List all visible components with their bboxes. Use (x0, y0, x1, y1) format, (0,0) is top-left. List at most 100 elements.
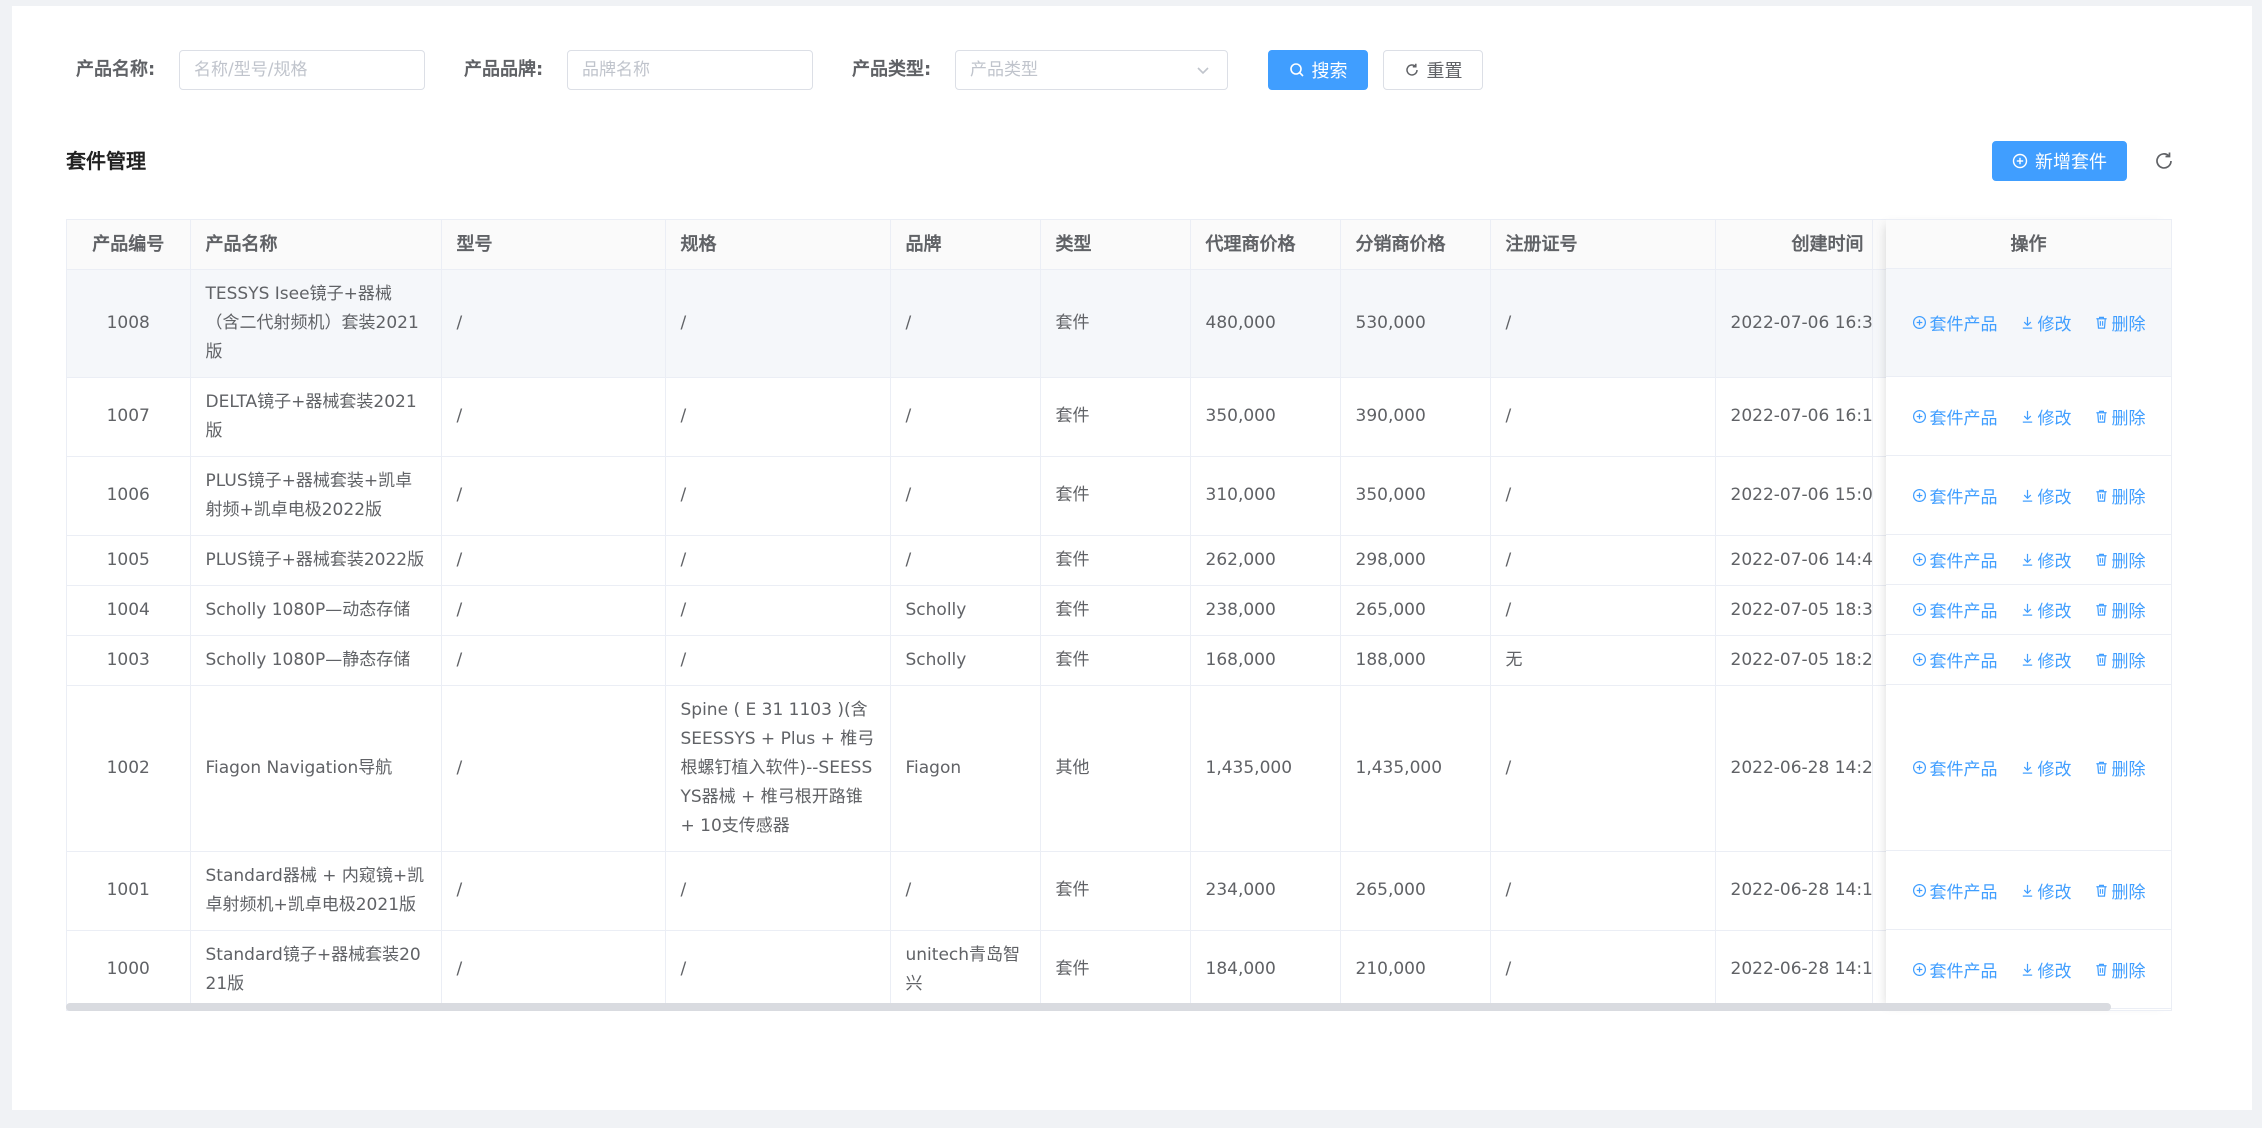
refresh-table-icon[interactable] (2152, 149, 2176, 173)
header-spec: 规格 (665, 220, 891, 270)
kit-table: 产品编号 产品名称 型号 规格 品牌 类型 代理商价格 分销商价格 注册证号 创… (66, 219, 2172, 1011)
download-icon (2020, 760, 2035, 775)
cell-brand: Scholly (890, 635, 1041, 686)
trash-icon (2094, 962, 2109, 977)
cell-type: 套件 (1040, 535, 1191, 586)
cell-name: PLUS镜子+器械套装+凯卓射频+凯卓电极2022版 (190, 456, 442, 536)
search-button-label: 搜索 (1311, 61, 1348, 82)
cell-type: 其他 (1040, 685, 1191, 852)
kit-products-link[interactable]: 套件产品 (1912, 547, 1998, 572)
kit-products-link[interactable]: 套件产品 (1912, 404, 1998, 429)
cell-agent-price: 1,435,000 (1190, 685, 1341, 852)
delete-link-label: 删除 (2111, 602, 2146, 622)
cell-dist-price: 390,000 (1340, 377, 1491, 457)
delete-link[interactable]: 删除 (2094, 483, 2146, 508)
delete-link[interactable]: 删除 (2094, 647, 2146, 672)
kit-products-link[interactable]: 套件产品 (1912, 755, 1998, 780)
delete-link[interactable]: 删除 (2094, 957, 2146, 982)
edit-link[interactable]: 修改 (2020, 483, 2072, 508)
cell-created: 2022-07-05 18:3 (1715, 585, 1873, 636)
edit-link-label: 修改 (2037, 652, 2072, 672)
cell-id: 1000 (67, 930, 191, 1010)
cell-model: / (441, 377, 666, 457)
kit-products-link[interactable]: 套件产品 (1912, 310, 1998, 335)
kit-products-link[interactable]: 套件产品 (1912, 878, 1998, 903)
plus-circle-icon (1912, 552, 1927, 567)
cell-created: 2022-06-28 14:2 (1715, 685, 1873, 852)
refresh-icon (1405, 63, 1418, 76)
edit-link-label: 修改 (2037, 315, 2072, 335)
cell-type: 套件 (1040, 930, 1191, 1010)
edit-link[interactable]: 修改 (2020, 878, 2072, 903)
delete-link[interactable]: 删除 (2094, 404, 2146, 429)
download-icon (2020, 962, 2035, 977)
cell-name: Standard器械 + 内窥镜+凯卓射频机+凯卓电极2021版 (190, 851, 442, 931)
kit-products-link[interactable]: 套件产品 (1912, 957, 1998, 982)
kit-products-link-label: 套件产品 (1929, 961, 1998, 982)
cell-created: 2022-07-06 15:0 (1715, 456, 1873, 536)
delete-link[interactable]: 删除 (2094, 310, 2146, 335)
cell-reg-no: / (1490, 930, 1716, 1010)
edit-link[interactable]: 修改 (2020, 404, 2072, 429)
table-row: 1000 Standard镜子+器械套装2021版 / / unitech青岛智兴 套件 1… (67, 930, 2171, 1010)
kit-products-link[interactable]: 套件产品 (1912, 483, 1998, 508)
delete-link[interactable]: 删除 (2094, 547, 2146, 572)
cell-type: 套件 (1040, 269, 1191, 378)
cell-model: / (441, 535, 666, 586)
cell-brand: Scholly (890, 585, 1041, 636)
product-type-label: 产品类型: (852, 59, 932, 80)
delete-link[interactable]: 删除 (2094, 878, 2146, 903)
product-brand-input[interactable] (567, 50, 813, 90)
delete-link[interactable]: 删除 (2094, 597, 2146, 622)
reset-button[interactable]: 重置 (1383, 50, 1483, 90)
download-icon (2020, 409, 2035, 424)
product-name-input[interactable] (179, 50, 425, 90)
delete-link-label: 删除 (2111, 760, 2146, 780)
search-bar: 产品名称: 产品品牌: 产品类型: 产品类型 搜索 重置 (12, 50, 2252, 90)
cell-dist-price: 265,000 (1340, 585, 1491, 636)
plus-circle-icon (1912, 883, 1927, 898)
header-created: 创建时间 (1715, 220, 1873, 270)
edit-link[interactable]: 修改 (2020, 957, 2072, 982)
trash-icon (2094, 552, 2109, 567)
header-reg-no: 注册证号 (1490, 220, 1716, 270)
cell-brand: / (890, 377, 1041, 457)
table-row: 1006 PLUS镜子+器械套装+凯卓射频+凯卓电极2022版 / / / 套件 310,0… (67, 456, 2171, 536)
kit-products-link-label: 套件产品 (1929, 760, 1998, 780)
edit-link[interactable]: 修改 (2020, 310, 2072, 335)
header-agent-price: 代理商价格 (1190, 220, 1341, 270)
cell-model: / (441, 635, 666, 686)
cell-type: 套件 (1040, 585, 1191, 636)
table-row: 1007 DELTA镜子+器械套装2021版 / / / 套件 350,000 390,000… (67, 377, 2171, 457)
kit-products-link[interactable]: 套件产品 (1912, 597, 1998, 622)
plus-circle-icon (1912, 760, 1927, 775)
cell-id: 1005 (67, 535, 191, 586)
plus-circle-icon (1912, 652, 1927, 667)
cell-reg-no: 无 (1490, 635, 1716, 686)
action-row: 套件产品 修改 删除 (1886, 930, 2171, 1009)
kit-products-link-label: 套件产品 (1929, 552, 1998, 572)
cell-created: 2022-07-06 16:1 (1715, 377, 1873, 457)
kit-products-link[interactable]: 套件产品 (1912, 647, 1998, 672)
product-type-placeholder: 产品类型 (970, 60, 1038, 80)
add-kit-button[interactable]: 新增套件 (1992, 141, 2127, 181)
search-button[interactable]: 搜索 (1268, 50, 1368, 90)
cell-name: Standard镜子+器械套装2021版 (190, 930, 442, 1010)
delete-link-label: 删除 (2111, 487, 2146, 508)
edit-link[interactable]: 修改 (2020, 597, 2072, 622)
product-type-select[interactable]: 产品类型 (955, 50, 1228, 90)
plus-circle-icon (1912, 962, 1927, 977)
download-icon (2020, 488, 2035, 503)
cell-model: / (441, 269, 666, 378)
cell-brand: / (890, 535, 1041, 586)
delete-link-label: 删除 (2111, 552, 2146, 572)
trash-icon (2094, 602, 2109, 617)
edit-link[interactable]: 修改 (2020, 647, 2072, 672)
delete-link[interactable]: 删除 (2094, 755, 2146, 780)
horizontal-scrollbar[interactable] (66, 1003, 2111, 1011)
cell-spec: / (665, 377, 891, 457)
edit-link-label: 修改 (2037, 602, 2072, 622)
edit-link[interactable]: 修改 (2020, 547, 2072, 572)
edit-link[interactable]: 修改 (2020, 755, 2072, 780)
cell-id: 1004 (67, 585, 191, 636)
